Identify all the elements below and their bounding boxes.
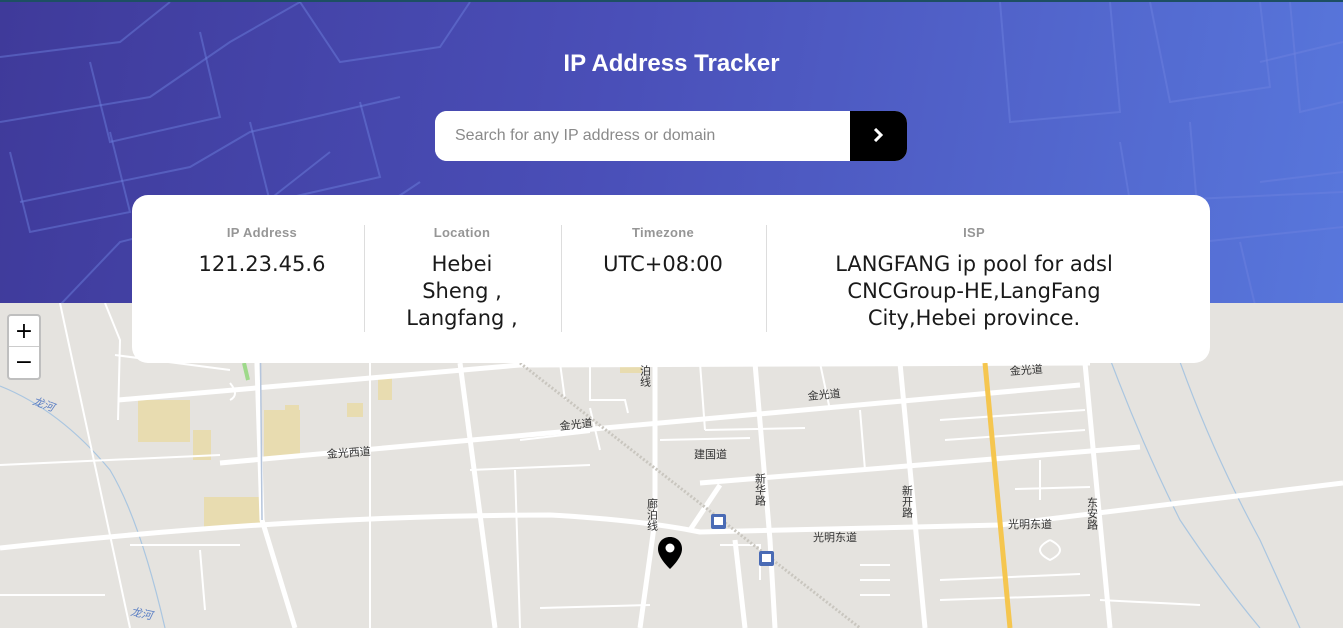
- ip-address-value: 121.23.45.6: [198, 252, 326, 276]
- zoom-control: + −: [7, 314, 41, 380]
- isp-section: ISP LANGFANG ip pool for adsl CNCGroup-H…: [774, 225, 1174, 332]
- train-station-icon: [711, 514, 726, 529]
- location-pin-icon[interactable]: [657, 536, 683, 575]
- isp-value: LANGFANG ip pool for adsl CNCGroup-HE,La…: [774, 251, 1174, 332]
- location-line: Sheng ,: [422, 279, 502, 303]
- map-label: 廊泊线: [646, 497, 659, 531]
- search-submit-button[interactable]: [850, 111, 907, 161]
- location-value: Hebei Sheng , Langfang ,: [372, 251, 552, 332]
- map-label: 金光道: [1009, 362, 1043, 378]
- map-label: 东安路: [1086, 497, 1099, 531]
- location-label: Location: [433, 225, 491, 240]
- ip-address-section: IP Address 121.23.45.6: [152, 225, 372, 278]
- isp-line: LANGFANG ip pool for adsl: [835, 252, 1113, 276]
- divider: [766, 225, 767, 332]
- map-label: 光明东道: [1008, 517, 1052, 531]
- map-label: 新华路: [754, 472, 767, 507]
- search-input[interactable]: [435, 111, 850, 161]
- zoom-in-button[interactable]: +: [9, 316, 39, 347]
- train-station-icon: [759, 551, 774, 566]
- location-line: Hebei: [431, 252, 493, 276]
- isp-label: ISP: [963, 225, 985, 240]
- isp-line: CNCGroup-HE,LangFang: [847, 279, 1101, 303]
- page-title: IP Address Tracker: [563, 50, 780, 77]
- chevron-right-icon: [873, 127, 884, 145]
- isp-line: City,Hebei province.: [867, 306, 1081, 330]
- search-form: [435, 111, 907, 161]
- map-label: 光明东道: [813, 530, 857, 544]
- map-label: 新开路: [901, 484, 914, 519]
- zoom-out-button[interactable]: −: [9, 347, 39, 377]
- location-line: Langfang ,: [406, 306, 518, 330]
- map-label: 建国道: [694, 447, 727, 461]
- timezone-section: Timezone UTC+08:00: [568, 225, 758, 278]
- location-section: Location Hebei Sheng , Langfang ,: [372, 225, 552, 332]
- timezone-label: Timezone: [631, 225, 695, 240]
- map-label: 金光道: [807, 386, 841, 403]
- divider: [561, 225, 562, 332]
- timezone-value: UTC+08:00: [603, 252, 723, 276]
- map-label: 泊线: [639, 365, 652, 387]
- ip-address-label: IP Address: [226, 225, 298, 240]
- ip-info-card: IP Address 121.23.45.6 Location Hebei Sh…: [132, 195, 1210, 363]
- divider: [364, 225, 365, 332]
